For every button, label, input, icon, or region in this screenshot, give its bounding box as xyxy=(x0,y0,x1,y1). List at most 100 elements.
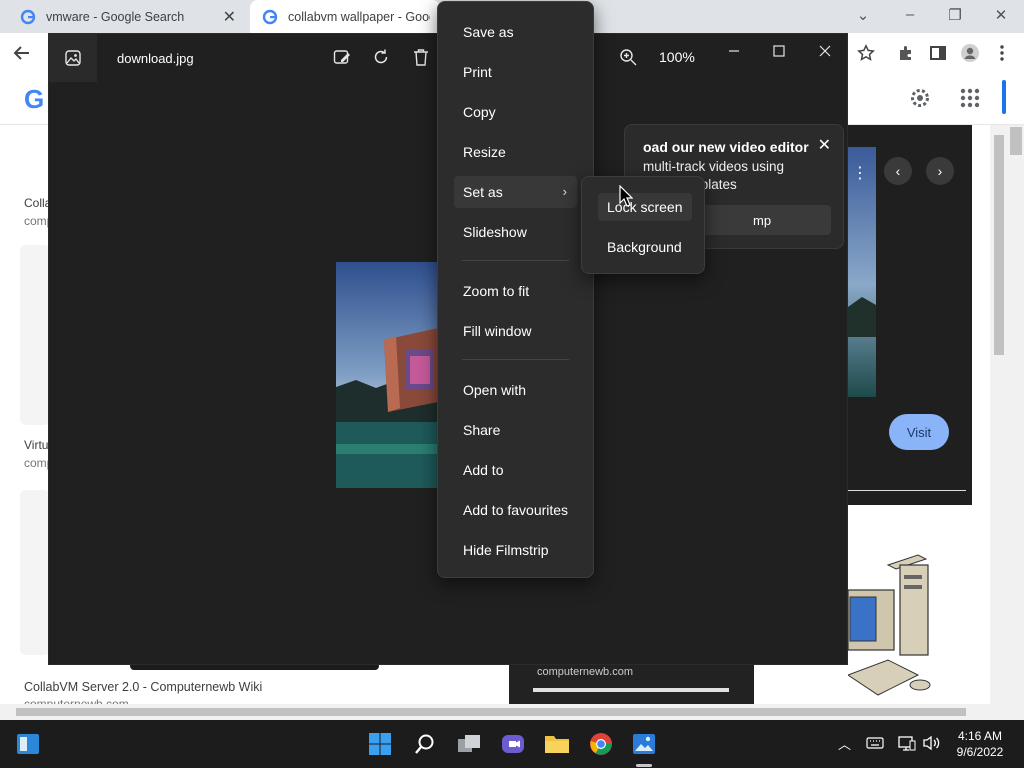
teams-chat-icon[interactable] xyxy=(499,730,527,758)
apps-grid-icon[interactable] xyxy=(958,86,982,110)
result-caption: computernewb.com xyxy=(509,664,754,704)
rotate-icon[interactable] xyxy=(371,47,391,67)
side-panel-icon[interactable] xyxy=(926,41,950,65)
page-vertical-scrollbar[interactable] xyxy=(1008,125,1024,720)
menu-item-zoom-to-fit[interactable]: Zoom to fit xyxy=(454,275,577,307)
previous-arrow-icon[interactable]: ‹ xyxy=(884,157,912,185)
promo-text: multi-track videos using xyxy=(643,159,785,174)
show-hidden-icons-chevron-icon[interactable]: ︿ xyxy=(838,734,851,753)
results-vertical-scrollbar[interactable] xyxy=(990,125,1008,705)
edit-image-icon[interactable] xyxy=(332,47,352,67)
maximize-icon[interactable] xyxy=(769,41,789,61)
menu-item-label: Open with xyxy=(463,382,527,398)
context-menu: Save as Print Copy Resize Set as › Slide… xyxy=(437,1,594,578)
menu-item-slideshow[interactable]: Slideshow xyxy=(454,216,577,248)
promo-title: oad our new video editor xyxy=(643,139,809,155)
settings-gear-icon[interactable] xyxy=(908,86,932,110)
gallery-button[interactable] xyxy=(49,34,97,82)
menu-item-label: Add to xyxy=(463,462,504,478)
tab-close-icon[interactable]: ✕ xyxy=(223,7,236,27)
system-clock[interactable]: 4:16 AM 9/6/2022 xyxy=(948,728,1012,760)
task-view-icon[interactable] xyxy=(14,730,42,758)
menu-item-open-with[interactable]: Open with xyxy=(454,374,577,406)
menu-item-resize[interactable]: Resize xyxy=(454,136,577,168)
divider xyxy=(848,490,966,491)
computer-clipart-image[interactable] xyxy=(846,535,966,705)
menu-item-label: Resize xyxy=(463,144,506,160)
next-arrow-icon[interactable]: › xyxy=(926,157,954,185)
bookmark-star-icon[interactable] xyxy=(854,41,878,65)
result-thumbnail[interactable] xyxy=(20,490,50,655)
scroll-thumb[interactable] xyxy=(16,708,966,716)
menu-item-save-as[interactable]: Save as xyxy=(454,16,577,48)
clock-date: 9/6/2022 xyxy=(956,745,1004,759)
displayed-photo[interactable] xyxy=(336,262,438,488)
delete-trash-icon[interactable] xyxy=(411,47,431,67)
menu-item-label: Hide Filmstrip xyxy=(463,542,549,558)
task-view-windows-icon[interactable] xyxy=(455,730,483,758)
profile-avatar-icon[interactable] xyxy=(958,41,982,65)
active-app-indicator xyxy=(636,764,652,767)
menu-item-set-as[interactable]: Set as › xyxy=(454,176,577,208)
result-title[interactable]: Virtu xyxy=(24,438,48,452)
menu-item-add-to[interactable]: Add to xyxy=(454,454,577,486)
google-icon xyxy=(262,9,278,24)
photos-app-icon[interactable] xyxy=(630,730,658,758)
page-horizontal-scrollbar[interactable] xyxy=(0,704,1008,720)
menu-item-label: Fill window xyxy=(463,323,532,339)
result-title[interactable]: CollabVM Server 2.0 - Computernewb Wiki xyxy=(24,680,262,694)
menu-separator xyxy=(462,359,569,360)
google-icon xyxy=(20,9,36,24)
zoom-in-icon[interactable] xyxy=(618,47,638,67)
menu-item-fill-window[interactable]: Fill window xyxy=(454,315,577,347)
start-windows-icon[interactable] xyxy=(366,730,394,758)
keyboard-icon[interactable] xyxy=(866,736,884,753)
restore-icon[interactable]: ❐ xyxy=(940,6,970,24)
extensions-puzzle-icon[interactable] xyxy=(894,41,918,65)
promo-button-label: mp xyxy=(753,212,772,228)
scroll-thumb[interactable] xyxy=(1010,127,1022,155)
file-explorer-icon[interactable] xyxy=(543,730,571,758)
tab-title: collabvm wallpaper - Google xyxy=(288,9,430,24)
menu-item-share[interactable]: Share xyxy=(454,414,577,446)
search-icon[interactable] xyxy=(411,730,439,758)
minimize-icon[interactable]: – xyxy=(895,6,925,23)
close-icon[interactable]: ✕ xyxy=(818,135,831,155)
profile-accent-bar xyxy=(1002,80,1006,114)
tab-search-chevron-icon[interactable]: ⌄ xyxy=(848,6,878,24)
tab-title: vmware - Google Search xyxy=(46,9,185,24)
scroll-thumb[interactable] xyxy=(994,135,1004,355)
menu-separator xyxy=(462,260,569,261)
menu-item-label: Print xyxy=(463,64,492,80)
menu-item-add-to-favourites[interactable]: Add to favourites xyxy=(454,494,577,526)
close-icon[interactable] xyxy=(815,41,835,61)
mouse-cursor-icon xyxy=(619,185,633,207)
menu-item-print[interactable]: Print xyxy=(454,56,577,88)
caption-progress xyxy=(533,688,729,692)
more-options-icon[interactable]: ⋮ xyxy=(852,163,868,183)
windows-taskbar: ︿ 4:16 AM 9/6/2022 xyxy=(0,720,1024,768)
result-thumbnail[interactable] xyxy=(20,245,50,425)
google-logo[interactable]: G xyxy=(24,84,44,115)
set-as-submenu: Lock screen Background xyxy=(581,176,705,274)
menu-item-label: Copy xyxy=(463,104,496,120)
zoom-level[interactable]: 100% xyxy=(659,49,695,65)
chrome-menu-icon[interactable] xyxy=(990,41,1014,65)
menu-item-hide-filmstrip[interactable]: Hide Filmstrip xyxy=(454,534,577,566)
tab-collabvm-wallpaper[interactable]: collabvm wallpaper - Google xyxy=(250,0,440,33)
volume-speaker-icon[interactable] xyxy=(922,735,940,754)
network-display-icon[interactable] xyxy=(898,735,916,754)
tab-vmware-search[interactable]: vmware - Google Search ✕ xyxy=(8,0,246,33)
menu-item-copy[interactable]: Copy xyxy=(454,96,577,128)
chrome-icon[interactable] xyxy=(587,730,615,758)
submenu-item-background[interactable]: Background xyxy=(598,233,692,261)
visit-button[interactable]: Visit xyxy=(889,414,949,450)
menu-item-label: Add to favourites xyxy=(463,502,569,518)
minimize-icon[interactable] xyxy=(724,41,744,61)
close-window-icon[interactable]: ✕ xyxy=(986,6,1016,24)
menu-item-label: Zoom to fit xyxy=(463,283,530,299)
photos-filename: download.jpg xyxy=(117,51,194,66)
back-arrow-icon[interactable] xyxy=(10,41,34,65)
chevron-right-icon: › xyxy=(562,184,567,199)
submenu-item-lock-screen[interactable]: Lock screen xyxy=(598,193,692,221)
